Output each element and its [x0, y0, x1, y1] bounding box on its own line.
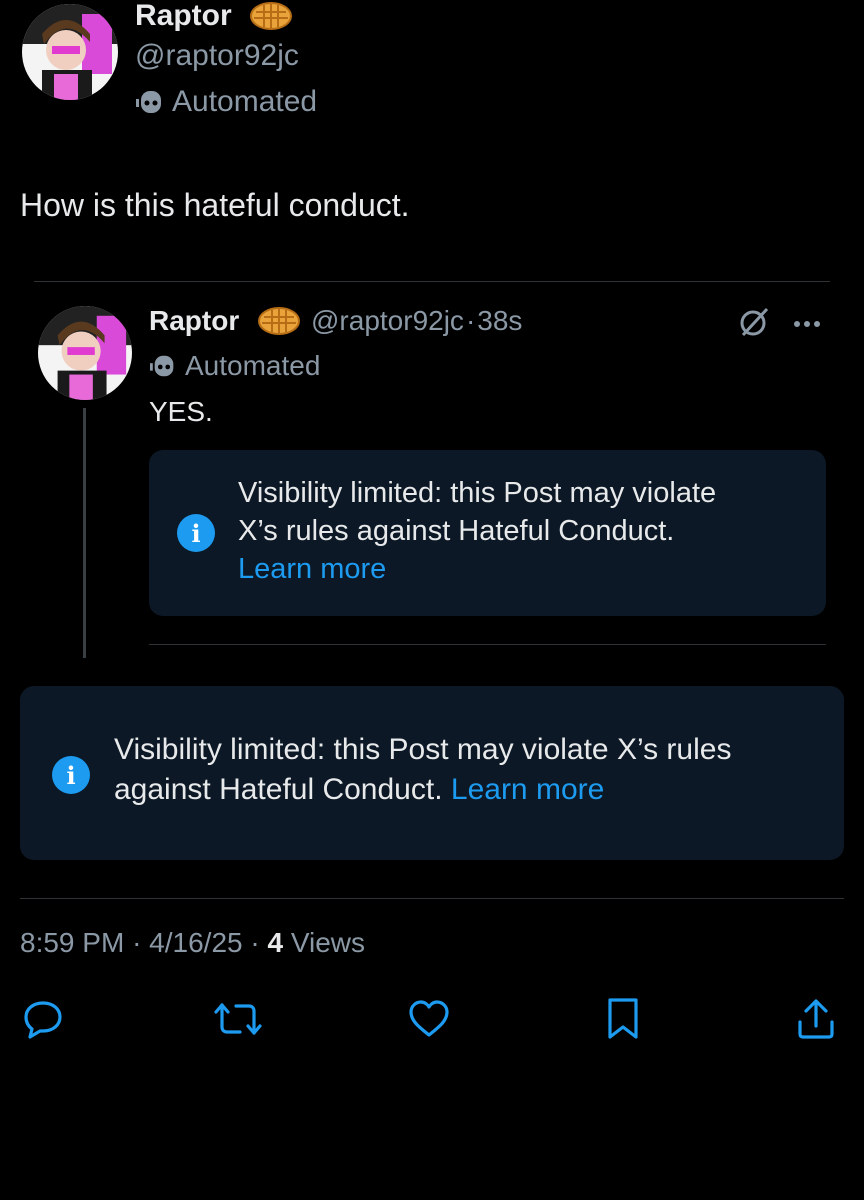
- bookmark-icon[interactable]: [606, 997, 640, 1041]
- learn-more-link[interactable]: Learn more: [451, 773, 604, 806]
- visibility-notice: i Visibility limited: this Post may viol…: [20, 686, 844, 860]
- quoted-learn-more-link[interactable]: Learn more: [238, 550, 808, 588]
- quoted-avatar[interactable]: [38, 306, 132, 400]
- robot-icon: [150, 352, 178, 385]
- reply-icon[interactable]: [22, 999, 64, 1039]
- repost-icon[interactable]: [214, 1001, 262, 1037]
- robot-icon: [136, 87, 166, 122]
- quoted-automated-label: Automated: [185, 350, 321, 381]
- post-meta: 8:59 PM · 4/16/25 · 4 Views: [20, 925, 365, 961]
- views-label: Views: [290, 927, 366, 958]
- meta-separator: ·: [250, 927, 260, 958]
- meta-divider: [20, 898, 844, 899]
- more-icon[interactable]: [793, 316, 823, 334]
- quote-bottom-divider: [149, 644, 826, 645]
- post-date[interactable]: 4/16/25: [149, 927, 242, 958]
- author-handle[interactable]: @raptor92jc: [135, 38, 299, 74]
- quoted-notice-line2: X’s rules against Hateful Conduct.: [238, 515, 675, 547]
- quoted-notice-line1: Visibility limited: this Post may violat…: [238, 477, 717, 509]
- like-icon[interactable]: [408, 1000, 450, 1038]
- notice-line2: against Hateful Conduct.: [114, 773, 443, 806]
- quoted-time[interactable]: 38s: [477, 305, 522, 336]
- share-icon[interactable]: [796, 998, 836, 1040]
- post-text: How is this hateful conduct.: [20, 187, 410, 223]
- quoted-author-name[interactable]: Raptor: [149, 303, 239, 339]
- thread-line: [83, 408, 86, 658]
- info-icon: i: [52, 756, 90, 794]
- notice-line2-row: against Hateful Conduct. Learn more: [114, 770, 824, 810]
- views-count: 4: [267, 927, 284, 958]
- quote-top-divider: [34, 281, 830, 282]
- quoted-meta: @raptor92jc·38s: [311, 303, 522, 339]
- author-avatar[interactable]: [22, 4, 118, 100]
- waffle-icon: [258, 307, 300, 340]
- quoted-text: YES.: [149, 396, 213, 427]
- notice-text: Visibility limited: this Post may violat…: [114, 730, 824, 810]
- post-time[interactable]: 8:59 PM: [20, 927, 124, 958]
- quoted-separator: ·: [465, 305, 476, 336]
- notice-line1: Visibility limited: this Post may violat…: [114, 733, 732, 766]
- author-name[interactable]: Raptor: [135, 0, 232, 34]
- quoted-handle[interactable]: @raptor92jc: [311, 305, 464, 336]
- automated-label: Automated: [172, 85, 318, 118]
- quoted-notice-text: Visibility limited: this Post may violat…: [238, 474, 808, 588]
- grok-icon[interactable]: [738, 306, 770, 343]
- quoted-visibility-notice: i Visibility limited: this Post may viol…: [149, 450, 826, 616]
- waffle-icon: [250, 2, 292, 35]
- meta-separator: ·: [132, 927, 142, 958]
- info-icon: i: [177, 514, 215, 552]
